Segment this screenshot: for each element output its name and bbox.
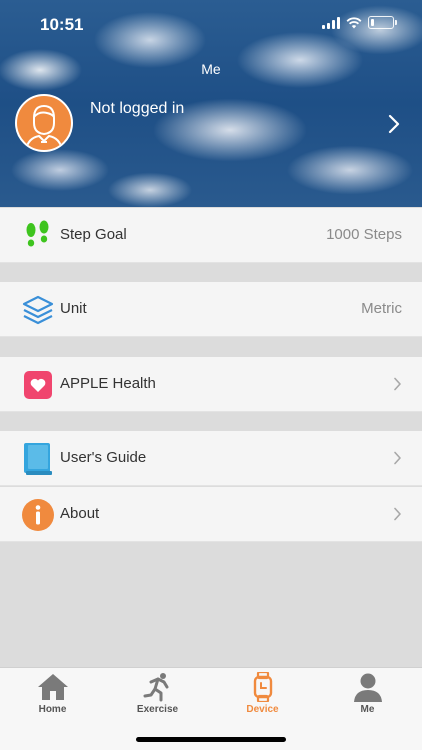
- home-icon: [38, 674, 68, 700]
- home-indicator[interactable]: [136, 737, 286, 742]
- unit-value: Metric: [361, 300, 402, 317]
- status-bar: 10:51: [0, 0, 422, 46]
- info-icon: [20, 497, 56, 533]
- apple-health-label: APPLE Health: [60, 375, 156, 392]
- user-avatar-icon: [25, 104, 63, 150]
- page-title: Me: [201, 61, 221, 77]
- step-goal-label: Step Goal: [60, 226, 127, 243]
- battery-icon: [368, 16, 397, 29]
- health-heart-icon: [20, 367, 56, 403]
- footprints-icon: [20, 218, 56, 254]
- avatar[interactable]: [15, 94, 73, 152]
- wifi-icon: [346, 16, 362, 28]
- chevron-right-icon: [394, 507, 401, 521]
- unit-row[interactable]: Unit Metric: [0, 282, 422, 337]
- users-guide-label: User's Guide: [60, 449, 147, 466]
- users-guide-row[interactable]: User's Guide: [0, 431, 422, 486]
- tab-me-label: Me: [360, 704, 375, 715]
- about-label: About: [60, 505, 100, 522]
- book-icon: [20, 441, 56, 477]
- row-divider: [84, 485, 422, 486]
- tab-home-label: Home: [38, 704, 67, 715]
- watch-icon: [253, 672, 273, 702]
- tab-exercise[interactable]: Exercise: [105, 668, 210, 723]
- profile-name[interactable]: Not logged in: [90, 100, 184, 118]
- apple-health-row[interactable]: APPLE Health: [0, 357, 422, 412]
- status-time: 10:51: [40, 15, 84, 34]
- person-icon: [354, 673, 382, 702]
- tab-exercise-label: Exercise: [136, 704, 179, 715]
- unit-label: Unit: [60, 300, 87, 317]
- about-row[interactable]: About: [0, 487, 422, 542]
- signal-icon: [322, 16, 340, 29]
- tab-me[interactable]: Me: [315, 668, 420, 723]
- chevron-right-icon[interactable]: [388, 114, 400, 134]
- status-icons: [322, 16, 397, 29]
- profile-header: 10:51 Me Not logged in: [0, 0, 422, 207]
- step-goal-row[interactable]: Step Goal 1000 Steps: [0, 208, 422, 263]
- step-goal-value: 1000 Steps: [326, 226, 402, 243]
- layers-icon: [20, 292, 56, 328]
- chevron-right-icon: [394, 377, 401, 391]
- tab-home[interactable]: Home: [0, 668, 105, 723]
- chevron-right-icon: [394, 451, 401, 465]
- tab-device[interactable]: Device: [210, 668, 315, 723]
- running-icon: [143, 673, 169, 702]
- tab-device-label: Device: [246, 704, 279, 715]
